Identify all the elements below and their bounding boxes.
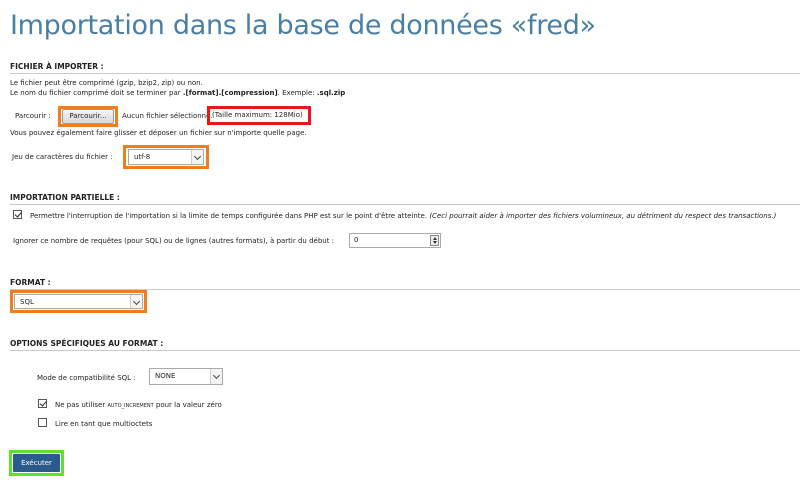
format-select-value: SQL [20, 298, 34, 306]
no-auto-increment-checkbox[interactable] [38, 399, 47, 408]
file-section-heading: FICHIER À IMPORTER : [10, 62, 104, 71]
max-size-text: (Taille maximum: 128Mio) [212, 111, 303, 119]
multibyte-label: Lire en tant que multioctets [55, 420, 153, 428]
charset-label: Jeu de caractères du fichier : [12, 153, 113, 161]
format-select[interactable]: SQL [14, 294, 143, 309]
page-title: Importation dans la base de données «fre… [10, 10, 596, 41]
section-divider [10, 350, 800, 351]
browse-label: Parcourir : [15, 112, 51, 120]
interrupt-checkbox[interactable] [13, 210, 22, 219]
section-divider [10, 73, 800, 74]
chevron-down-icon [191, 150, 203, 164]
compression-info-text: Le fichier peut être comprimé (gzip, bzi… [10, 79, 203, 87]
options-section-heading: OPTIONS SPÉCIFIQUES AU FORMAT : [10, 339, 164, 348]
interrupt-label: Permettre l'interruption de l'importatio… [30, 212, 777, 220]
browse-button[interactable]: Parcourir... [62, 109, 114, 124]
format-section-heading: FORMAT : [10, 278, 51, 287]
section-divider [10, 204, 800, 205]
filename-rule-text: Le nom du fichier comprimé doit se termi… [10, 89, 346, 97]
compat-label: Mode de compatibilité SQL : [37, 374, 136, 382]
multibyte-checkbox[interactable] [38, 418, 47, 427]
charset-select[interactable]: utf-8 [128, 149, 204, 165]
no-file-selected-text: Aucun fichier sélectionné. [122, 112, 213, 120]
spinner-icon[interactable] [430, 235, 439, 246]
charset-select-value: utf-8 [134, 153, 151, 161]
skip-number-value: 0 [354, 236, 359, 244]
chevron-down-icon [130, 295, 142, 308]
skip-label: Ignorer ce nombre de requêtes (pour SQL)… [13, 237, 335, 245]
compat-select[interactable]: NONE [149, 368, 223, 385]
execute-button[interactable]: Exécuter [13, 454, 60, 472]
no-auto-increment-label: Ne pas utiliser AUTO_INCREMENT pour la v… [55, 401, 222, 409]
partial-section-heading: IMPORTATION PARTIELLE : [10, 193, 120, 202]
drag-drop-text: Vous pouvez également faire glisser et d… [10, 129, 307, 137]
compat-select-value: NONE [155, 372, 176, 380]
chevron-down-icon [210, 369, 222, 384]
skip-number-input[interactable]: 0 [349, 233, 441, 248]
